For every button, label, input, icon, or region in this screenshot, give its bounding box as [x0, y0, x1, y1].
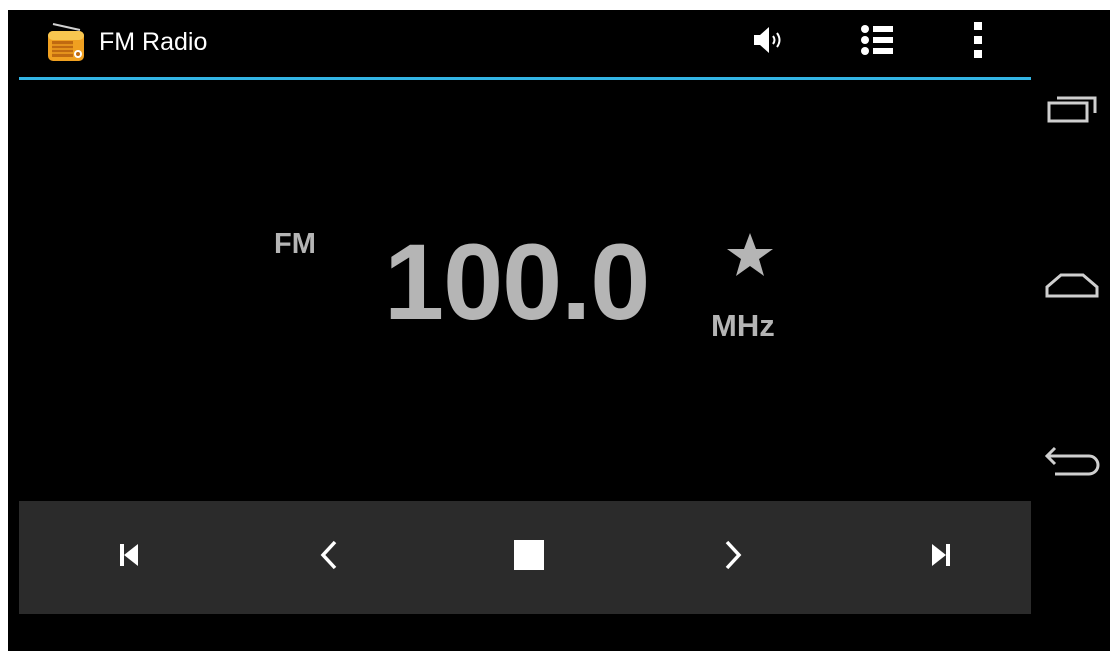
seek-forward-icon — [722, 539, 744, 575]
skip-previous-icon — [118, 542, 140, 572]
overflow-menu-button[interactable] — [954, 18, 1002, 66]
seek-back-button[interactable] — [305, 533, 353, 581]
transport-bar — [19, 501, 1031, 614]
frequency-unit: MHz — [711, 308, 775, 343]
recent-apps-button[interactable] — [1038, 80, 1106, 140]
home-icon — [1043, 268, 1101, 306]
recent-apps-icon — [1043, 91, 1101, 129]
screen: FM Radio FM 100.0 MHz — [8, 10, 1110, 651]
speaker-icon — [750, 23, 790, 61]
stop-button[interactable] — [505, 533, 553, 581]
star-icon[interactable] — [725, 230, 775, 280]
channel-list-button[interactable] — [853, 18, 901, 66]
seek-back-icon — [318, 539, 340, 575]
overflow-menu-icon — [972, 20, 984, 64]
list-icon — [859, 23, 895, 61]
stop-icon — [513, 539, 545, 575]
home-button[interactable] — [1038, 257, 1106, 317]
speaker-button[interactable] — [746, 18, 794, 66]
skip-next-button[interactable] — [917, 533, 965, 581]
band-label: FM — [274, 228, 316, 260]
back-icon — [1043, 444, 1101, 482]
radio-icon — [47, 20, 85, 64]
app-title: FM Radio — [99, 28, 208, 56]
skip-previous-button[interactable] — [105, 533, 153, 581]
frequency-display: 100.0 — [384, 221, 650, 342]
back-button[interactable] — [1038, 433, 1106, 493]
action-bar: FM Radio — [19, 10, 1031, 78]
seek-forward-button[interactable] — [709, 533, 757, 581]
action-bar-divider — [19, 77, 1031, 80]
skip-next-icon — [930, 542, 952, 572]
